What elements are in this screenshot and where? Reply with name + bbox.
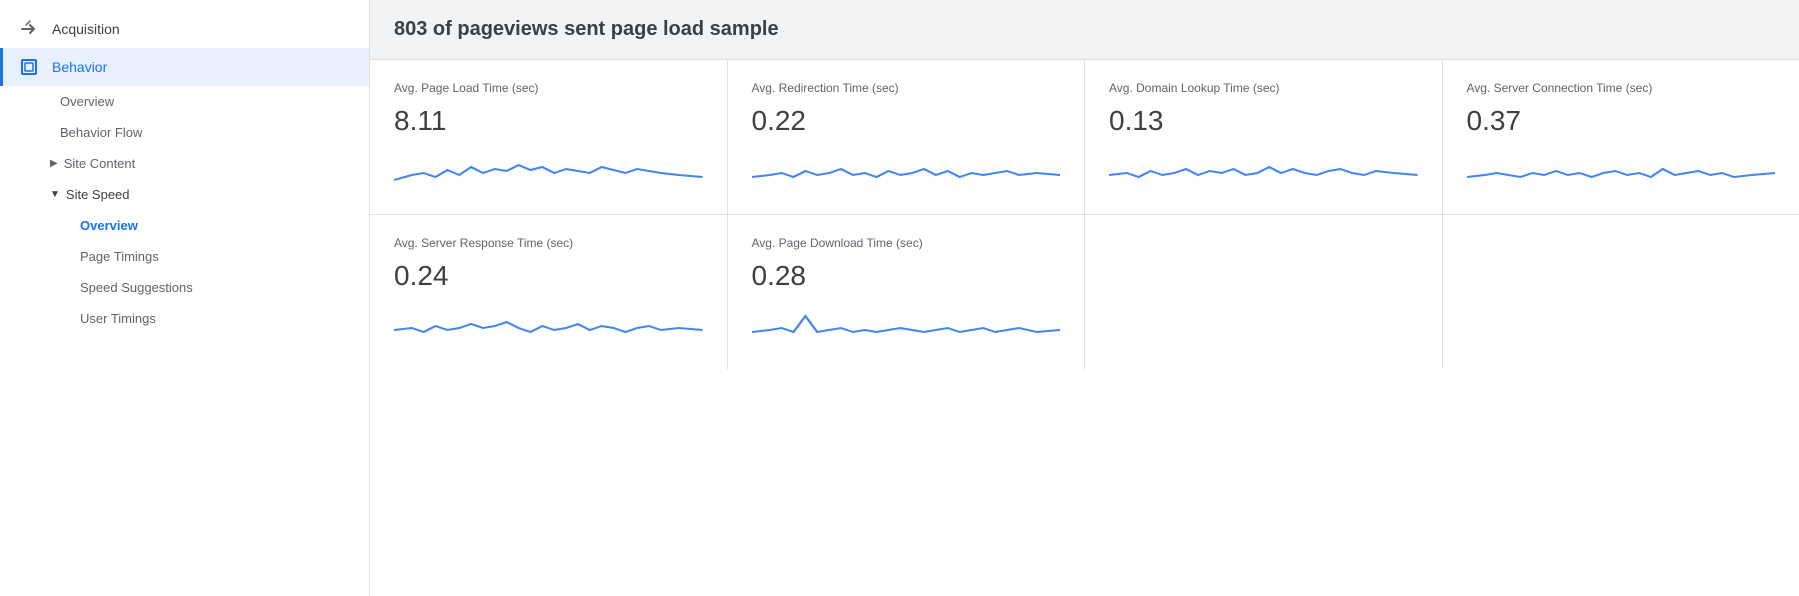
metric-chart-domain-lookup	[1109, 145, 1418, 195]
sidebar-group-site-speed[interactable]: ▼ Site Speed	[0, 179, 369, 210]
sidebar: Acquisition Behavior Overview Behavior F…	[0, 0, 370, 596]
metric-value-domain-lookup: 0.13	[1109, 105, 1418, 137]
metrics-grid: Avg. Page Load Time (sec) 8.11 Avg. Redi…	[370, 60, 1799, 369]
metric-value-server-connection: 0.37	[1467, 105, 1776, 137]
metric-card-redirection: Avg. Redirection Time (sec) 0.22	[728, 60, 1085, 214]
page-header: 803 of pageviews sent page load sample	[370, 0, 1799, 60]
metric-chart-page-load	[394, 145, 703, 195]
metric-value-page-load: 8.11	[394, 105, 703, 137]
sidebar-item-user-timings[interactable]: User Timings	[0, 303, 369, 334]
sidebar-item-acquisition[interactable]: Acquisition	[0, 10, 369, 48]
site-speed-arrow-icon: ▼	[50, 189, 60, 200]
metric-label-domain-lookup: Avg. Domain Lookup Time (sec)	[1109, 80, 1418, 97]
metric-value-page-download: 0.28	[752, 260, 1061, 292]
behavior-label: Behavior	[52, 59, 107, 75]
metric-card-domain-lookup: Avg. Domain Lookup Time (sec) 0.13	[1085, 60, 1442, 214]
behavior-icon	[20, 58, 38, 76]
page-title: 803 of pageviews sent page load sample	[394, 18, 779, 40]
metric-label-server-response: Avg. Server Response Time (sec)	[394, 235, 703, 252]
sidebar-group-site-content[interactable]: ▶ Site Content	[0, 148, 369, 179]
metric-card-empty-2	[1443, 215, 1799, 369]
metric-value-redirection: 0.22	[752, 105, 1061, 137]
sidebar-item-speed-suggestions[interactable]: Speed Suggestions	[0, 272, 369, 303]
main-content: 803 of pageviews sent page load sample A…	[370, 0, 1799, 596]
sidebar-item-site-speed-overview[interactable]: Overview	[0, 210, 369, 241]
sidebar-item-page-timings[interactable]: Page Timings	[0, 241, 369, 272]
metric-card-page-load: Avg. Page Load Time (sec) 8.11	[370, 60, 727, 214]
metric-chart-server-response	[394, 300, 703, 350]
site-content-arrow-icon: ▶	[50, 158, 58, 169]
metric-card-page-download: Avg. Page Download Time (sec) 0.28	[728, 215, 1085, 369]
metric-label-redirection: Avg. Redirection Time (sec)	[752, 80, 1061, 97]
sidebar-item-overview[interactable]: Overview	[0, 86, 369, 117]
metric-label-page-load: Avg. Page Load Time (sec)	[394, 80, 703, 97]
sidebar-item-behavior-flow[interactable]: Behavior Flow	[0, 117, 369, 148]
acquisition-icon	[20, 20, 38, 38]
metric-card-empty-1	[1085, 215, 1442, 369]
metric-card-server-connection: Avg. Server Connection Time (sec) 0.37	[1443, 60, 1799, 214]
metric-card-server-response: Avg. Server Response Time (sec) 0.24	[370, 215, 727, 369]
metric-chart-server-connection	[1467, 145, 1776, 195]
metric-label-server-connection: Avg. Server Connection Time (sec)	[1467, 80, 1776, 97]
metric-value-server-response: 0.24	[394, 260, 703, 292]
acquisition-label: Acquisition	[52, 21, 120, 37]
metric-chart-redirection	[752, 145, 1061, 195]
metric-chart-page-download	[752, 300, 1061, 350]
metric-label-page-download: Avg. Page Download Time (sec)	[752, 235, 1061, 252]
sidebar-item-behavior[interactable]: Behavior	[0, 48, 369, 86]
